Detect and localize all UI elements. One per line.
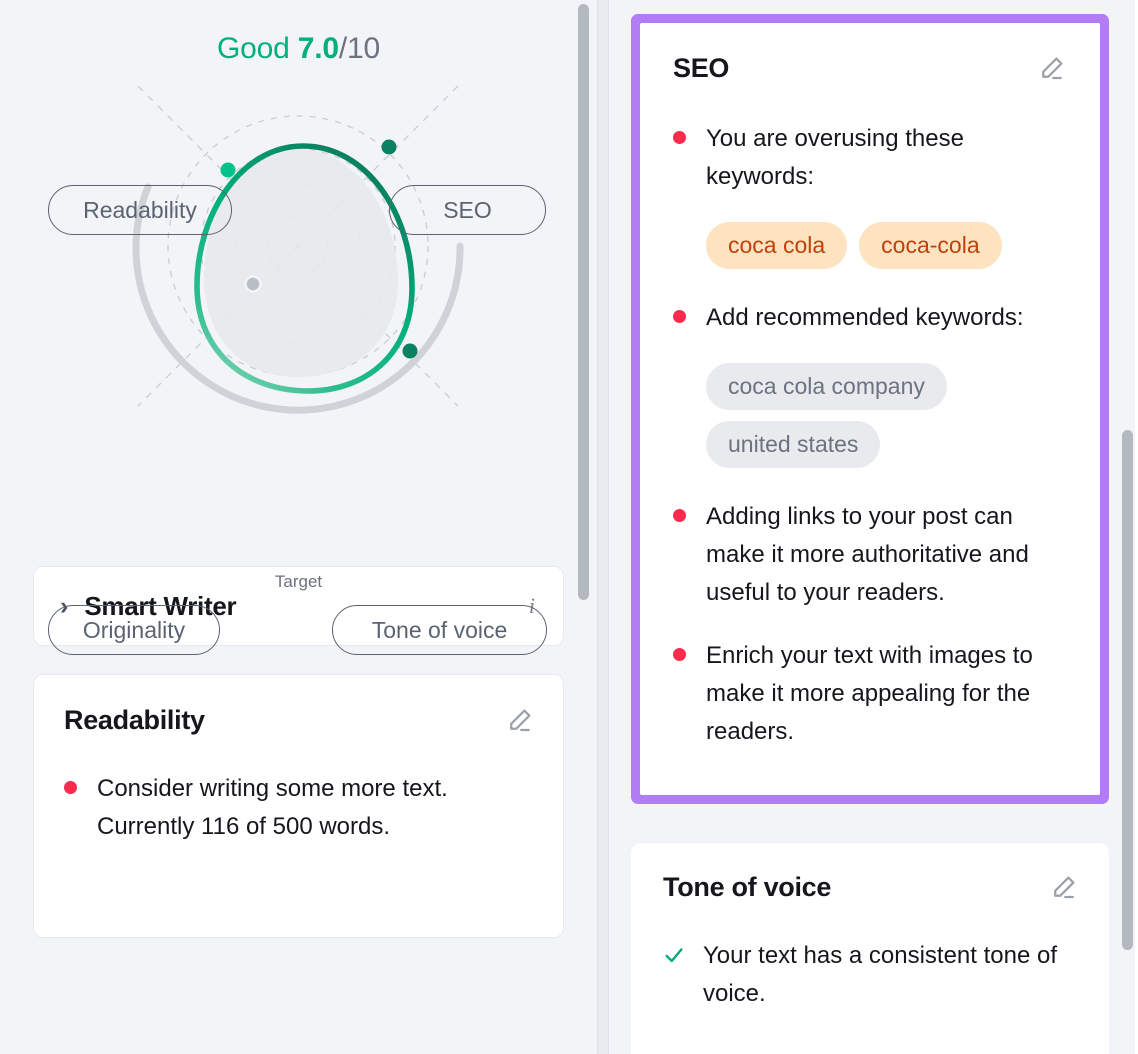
seo-item-text: Enrich your text with images to make it … [706, 642, 1033, 746]
overused-keyword-chip[interactable]: coca-cola [859, 221, 1002, 269]
overused-keywords-list: coca cola coca-cola [706, 221, 1067, 269]
radar-label-readability[interactable]: Readability [48, 185, 232, 235]
radar-label-seo[interactable]: SEO [389, 185, 546, 235]
readability-item-text: Consider writing some more text. Current… [97, 775, 448, 840]
seo-item-text: Add recommended keywords: [706, 303, 1024, 331]
score-value: 7.0 [297, 32, 339, 65]
readability-card: Readability Consider writing some more t… [33, 674, 564, 938]
seo-item-text: You are overusing these keywords: [706, 125, 964, 190]
tone-of-voice-item: Your text has a consistent tone of voice… [663, 937, 1079, 1013]
tone-of-voice-card: Tone of voice Your text has a consistent… [631, 843, 1109, 1054]
readability-card-header: Readability [64, 705, 535, 740]
left-scrollbar-thumb[interactable] [578, 4, 589, 600]
seo-item: Add recommended keywords: [673, 299, 1067, 337]
warning-bullet-icon [673, 309, 686, 323]
radar-point-seo [381, 139, 397, 155]
seo-item-text: Adding links to your post can make it mo… [706, 502, 1029, 606]
right-panel: SEO You are overusing these keywords: co… [609, 0, 1138, 1054]
left-panel: Good 7.0/10 Readability SEO Originality … [0, 0, 597, 1054]
recommended-keyword-chip[interactable]: coca cola company [706, 362, 947, 410]
seo-card-highlight: SEO You are overusing these keywords: co… [631, 14, 1109, 804]
pencil-icon[interactable] [1037, 53, 1067, 88]
seo-item: Enrich your text with images to make it … [673, 637, 1067, 751]
right-scrollbar-thumb[interactable] [1122, 430, 1133, 950]
seo-title: SEO [673, 53, 730, 83]
tone-of-voice-item-text: Your text has a consistent tone of voice… [703, 942, 1058, 1007]
overall-score: Good 7.0/10 [0, 0, 597, 66]
content-analyzer-app: Good 7.0/10 Readability SEO Originality … [0, 0, 1138, 1054]
seo-card-header: SEO [673, 53, 1067, 88]
readability-item: Consider writing some more text. Current… [64, 770, 535, 846]
radar-point-originality [244, 275, 262, 293]
pencil-icon[interactable] [505, 705, 535, 740]
radar-chart-svg [132, 85, 464, 414]
seo-item: Adding links to your post can make it mo… [673, 498, 1067, 612]
readability-title: Readability [64, 705, 205, 735]
overused-keyword-chip[interactable]: coca cola [706, 221, 848, 269]
score-label: Good [217, 32, 290, 65]
warning-bullet-icon [64, 781, 77, 794]
tone-of-voice-title: Tone of voice [663, 872, 832, 902]
radar-label-originality[interactable]: Originality [48, 605, 220, 655]
radar-point-readability [220, 162, 236, 178]
radar-target-label: Target [274, 572, 323, 591]
recommended-keywords-list: coca cola company united states [706, 362, 1067, 468]
check-icon [663, 944, 685, 971]
seo-card: SEO You are overusing these keywords: co… [640, 23, 1100, 795]
radar-label-tone-of-voice[interactable]: Tone of voice [332, 605, 547, 655]
score-max: /10 [338, 32, 380, 65]
pencil-icon[interactable] [1049, 872, 1079, 907]
warning-bullet-icon [673, 648, 686, 662]
panel-divider[interactable] [597, 0, 609, 1054]
radar-point-tone-of-voice [402, 343, 418, 359]
warning-bullet-icon [673, 508, 686, 522]
recommended-keyword-chip[interactable]: united states [706, 420, 881, 468]
seo-item: You are overusing these keywords: [673, 120, 1067, 196]
radar-chart: Readability SEO Originality Tone of voic… [0, 66, 597, 655]
tone-of-voice-card-header: Tone of voice [663, 872, 1079, 907]
warning-bullet-icon [673, 131, 686, 144]
